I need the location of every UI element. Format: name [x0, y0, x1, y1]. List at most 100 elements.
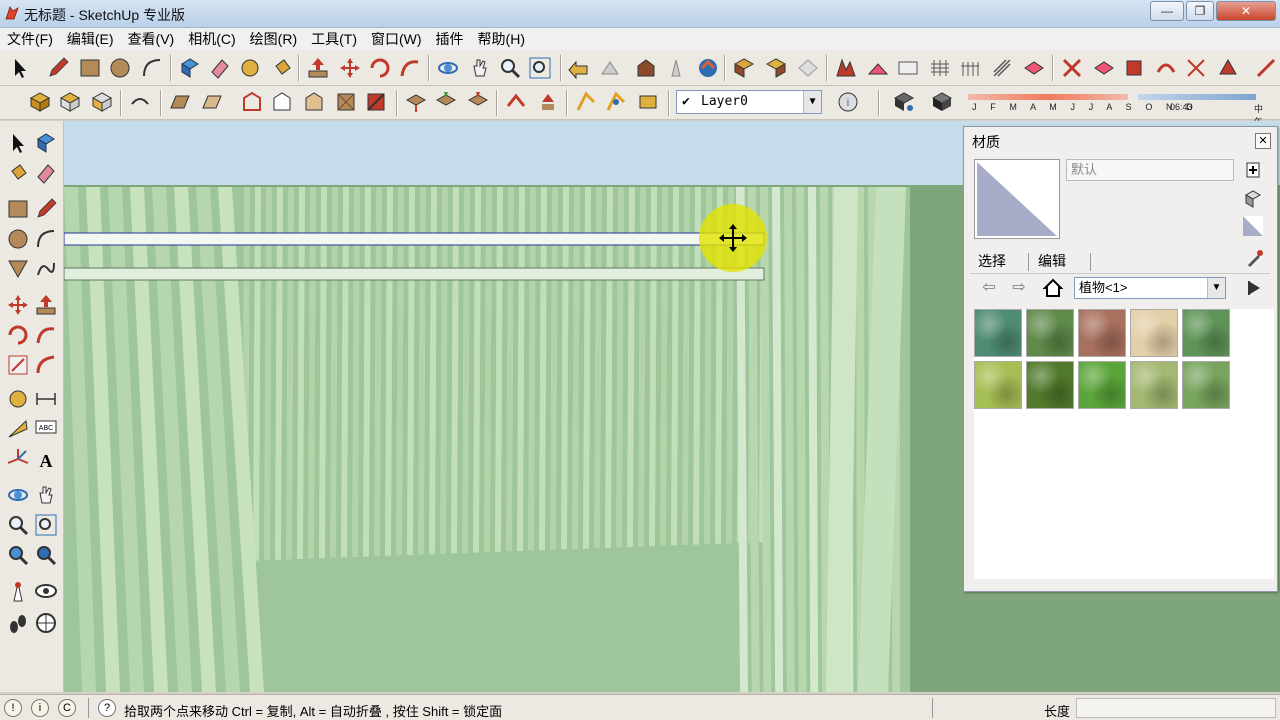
maximize-button[interactable]: ❐	[1186, 1, 1214, 21]
collection-dropdown[interactable]: 植物<1> ▼	[1074, 277, 1226, 299]
tape-measure-icon[interactable]	[6, 387, 30, 411]
dimension-icon[interactable]	[34, 387, 58, 411]
monochrome-icon[interactable]	[364, 90, 388, 114]
eraser-icon[interactable]	[34, 161, 58, 185]
zoom-window-icon[interactable]	[34, 513, 58, 537]
arc-icon[interactable]	[34, 227, 58, 251]
tape-measure-icon[interactable]	[238, 56, 262, 80]
model-components-icon[interactable]	[764, 56, 788, 80]
shaded-textures-icon[interactable]	[334, 90, 358, 114]
material-swatch[interactable]	[1026, 309, 1074, 357]
close-icon[interactable]: ✕	[1255, 133, 1271, 149]
follow-me-icon[interactable]	[398, 56, 422, 80]
rectangle-icon[interactable]	[6, 197, 30, 221]
material-name-field[interactable]: 默认	[1066, 159, 1234, 181]
orbit-icon[interactable]	[6, 483, 30, 507]
rotate-icon[interactable]	[368, 56, 392, 80]
select-tool-icon[interactable]	[8, 56, 32, 80]
help-icon[interactable]: ?	[98, 699, 116, 717]
iso-view-icon[interactable]	[28, 90, 52, 114]
push-pull-icon[interactable]	[34, 293, 58, 317]
material-swatch[interactable]	[1026, 361, 1074, 409]
zoom-extents-icon[interactable]	[528, 56, 552, 80]
chevron-down-icon[interactable]: ▼	[1207, 278, 1225, 298]
x-ray-icon[interactable]	[168, 90, 192, 114]
menu-tools[interactable]: 工具(T)	[304, 28, 364, 50]
polygon-icon[interactable]	[6, 257, 30, 281]
look-around-icon[interactable]	[604, 90, 628, 114]
section-cuts-icon[interactable]	[1154, 56, 1178, 80]
paint-bucket-icon[interactable]	[270, 56, 294, 80]
follow-me-icon[interactable]	[34, 323, 58, 347]
previous-view-icon[interactable]	[566, 56, 590, 80]
walk-icon[interactable]	[574, 90, 598, 114]
offset-icon[interactable]	[34, 353, 58, 377]
create-material-icon[interactable]	[1242, 159, 1264, 181]
menu-plugins[interactable]: 插件	[429, 28, 471, 50]
chevron-down-icon[interactable]: ▼	[803, 91, 821, 113]
axes-v-icon[interactable]	[434, 90, 458, 114]
freehand-icon[interactable]	[34, 257, 58, 281]
axes-j-icon[interactable]	[404, 90, 428, 114]
date-slider-bar[interactable]	[968, 94, 1128, 100]
protractor-icon[interactable]	[6, 417, 30, 441]
text-tool-icon[interactable]: ABC	[34, 417, 58, 441]
position-camera-icon[interactable]	[6, 579, 30, 603]
menu-file[interactable]: 文件(F)	[0, 28, 60, 50]
circle-icon[interactable]	[6, 227, 30, 251]
circle-icon[interactable]	[108, 56, 132, 80]
smoove-icon[interactable]	[896, 56, 920, 80]
solid-tools-icon[interactable]	[1216, 56, 1240, 80]
section-fill-icon[interactable]	[1092, 56, 1116, 80]
shaded-icon[interactable]	[302, 90, 326, 114]
extension-icon[interactable]	[696, 56, 720, 80]
details-arrow-icon[interactable]	[1244, 277, 1266, 299]
material-swatch[interactable]	[1078, 309, 1126, 357]
flip-edge-icon[interactable]	[1022, 56, 1046, 80]
make-component-icon[interactable]	[34, 131, 58, 155]
material-swatch-icon[interactable]	[1242, 215, 1264, 237]
push-pull-icon[interactable]	[306, 56, 330, 80]
pan-icon[interactable]	[468, 56, 492, 80]
look-around-icon[interactable]	[34, 579, 58, 603]
menu-window[interactable]: 窗口(W)	[364, 28, 429, 50]
scissors-icon[interactable]	[1184, 56, 1208, 80]
material-swatch[interactable]	[1182, 361, 1230, 409]
section-plane-icon[interactable]	[34, 611, 58, 635]
drape-icon[interactable]	[958, 56, 982, 80]
material-swatch[interactable]	[1182, 309, 1230, 357]
previous-view-icon[interactable]	[6, 543, 30, 567]
sandbox-scratch-icon[interactable]	[866, 56, 890, 80]
minimize-button[interactable]: —	[1150, 1, 1184, 21]
menu-help[interactable]: 帮助(H)	[471, 28, 532, 50]
pencil-icon[interactable]	[46, 56, 70, 80]
layer-dropdown[interactable]: ✔ Layer0 ▼	[676, 90, 822, 114]
geolocation-icon[interactable]: !	[4, 699, 22, 717]
move-icon[interactable]	[6, 293, 30, 317]
position-camera-icon[interactable]	[636, 90, 660, 114]
layer-manager-icon[interactable]: i	[836, 90, 860, 114]
undo-icon[interactable]	[128, 90, 152, 114]
material-swatch[interactable]	[1078, 361, 1126, 409]
zoom-extents-icon[interactable]	[34, 543, 58, 567]
tab-select[interactable]: 选择	[978, 251, 1006, 271]
zoom-icon[interactable]	[498, 56, 522, 80]
display-section-icon[interactable]	[1122, 56, 1146, 80]
credits-icon[interactable]: i	[31, 699, 49, 717]
top-view-icon[interactable]	[58, 90, 82, 114]
hidden-line-icon[interactable]	[270, 90, 294, 114]
pencil-icon[interactable]	[34, 197, 58, 221]
paint-bucket-icon[interactable]	[6, 161, 30, 185]
material-swatch[interactable]	[974, 361, 1022, 409]
eraser-icon[interactable]	[208, 56, 232, 80]
back-edges-icon[interactable]	[200, 90, 224, 114]
warehouse-icon[interactable]	[634, 56, 658, 80]
material-swatch[interactable]	[1130, 361, 1178, 409]
zoom-icon[interactable]	[6, 513, 30, 537]
rectangle-icon[interactable]	[78, 56, 102, 80]
menu-view[interactable]: 查看(V)	[121, 28, 182, 50]
orbit-icon[interactable]	[436, 56, 460, 80]
front-view-icon[interactable]	[90, 90, 114, 114]
rotate-axes-icon[interactable]	[536, 90, 560, 114]
menu-draw[interactable]: 绘图(R)	[243, 28, 304, 50]
